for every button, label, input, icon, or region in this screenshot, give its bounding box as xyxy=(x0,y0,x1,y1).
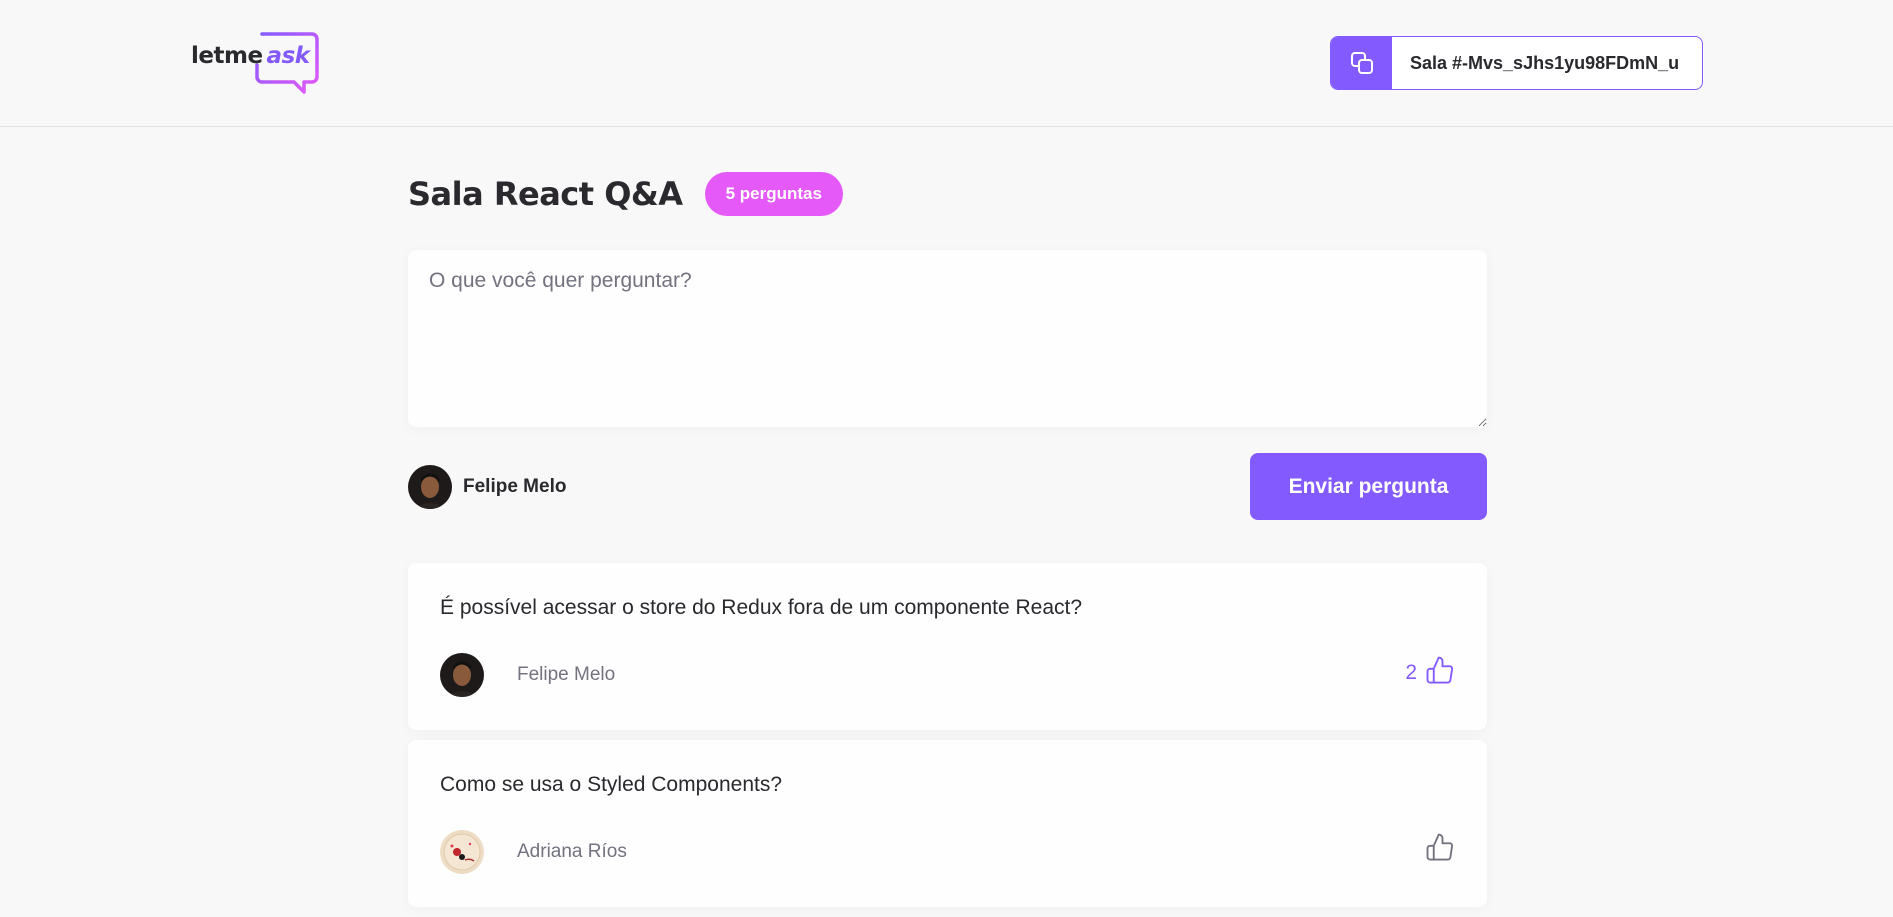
page-header: letme ask Sala #-Mvs_sJhs1yu98FDmN_u xyxy=(0,0,1893,127)
user-info: Felipe Melo xyxy=(408,465,566,509)
copy-icon xyxy=(1331,37,1392,89)
like-button[interactable]: 2 xyxy=(1405,655,1455,685)
room-title: Sala React Q&A xyxy=(408,175,683,213)
question-count-badge: 5 perguntas xyxy=(704,172,843,216)
question-footer: Adriana Ríos xyxy=(440,830,1455,876)
logo[interactable]: letme ask xyxy=(191,31,321,95)
question-footer: Felipe Melo 2 xyxy=(440,653,1455,699)
like-count: 2 xyxy=(1405,661,1417,684)
send-question-button[interactable]: Enviar pergunta xyxy=(1250,453,1487,520)
avatar xyxy=(408,465,452,509)
question-card: Como se usa o Styled Components? Adriana… xyxy=(408,740,1487,907)
question-content: Como se usa o Styled Components? xyxy=(440,773,783,796)
question-author: Adriana Ríos xyxy=(440,830,627,874)
question-textarea[interactable] xyxy=(408,250,1487,427)
author-name: Felipe Melo xyxy=(517,664,616,685)
avatar xyxy=(440,830,484,874)
question-content: É possível acessar o store do Redux fora… xyxy=(440,596,1083,619)
room-code-label: Sala #-Mvs_sJhs1yu98FDmN_u xyxy=(1410,52,1680,73)
avatar xyxy=(440,653,484,697)
user-name: Felipe Melo xyxy=(463,476,567,497)
question-list: É possível acessar o store do Redux fora… xyxy=(408,563,1487,917)
like-button[interactable] xyxy=(1417,832,1455,862)
question-author: Felipe Melo xyxy=(440,653,615,697)
thumbs-up-icon xyxy=(1426,833,1454,861)
author-name: Adriana Ríos xyxy=(517,841,627,862)
logo-text: letme xyxy=(191,43,263,69)
room-title-row: Sala React Q&A 5 perguntas xyxy=(408,172,843,216)
logo-accent-text: ask xyxy=(266,43,311,69)
thumbs-up-icon xyxy=(1426,656,1454,684)
question-form-footer: Felipe Melo Enviar pergunta xyxy=(408,453,1487,520)
question-card: É possível acessar o store do Redux fora… xyxy=(408,563,1487,730)
copy-room-code-button[interactable]: Sala #-Mvs_sJhs1yu98FDmN_u xyxy=(1330,36,1703,90)
